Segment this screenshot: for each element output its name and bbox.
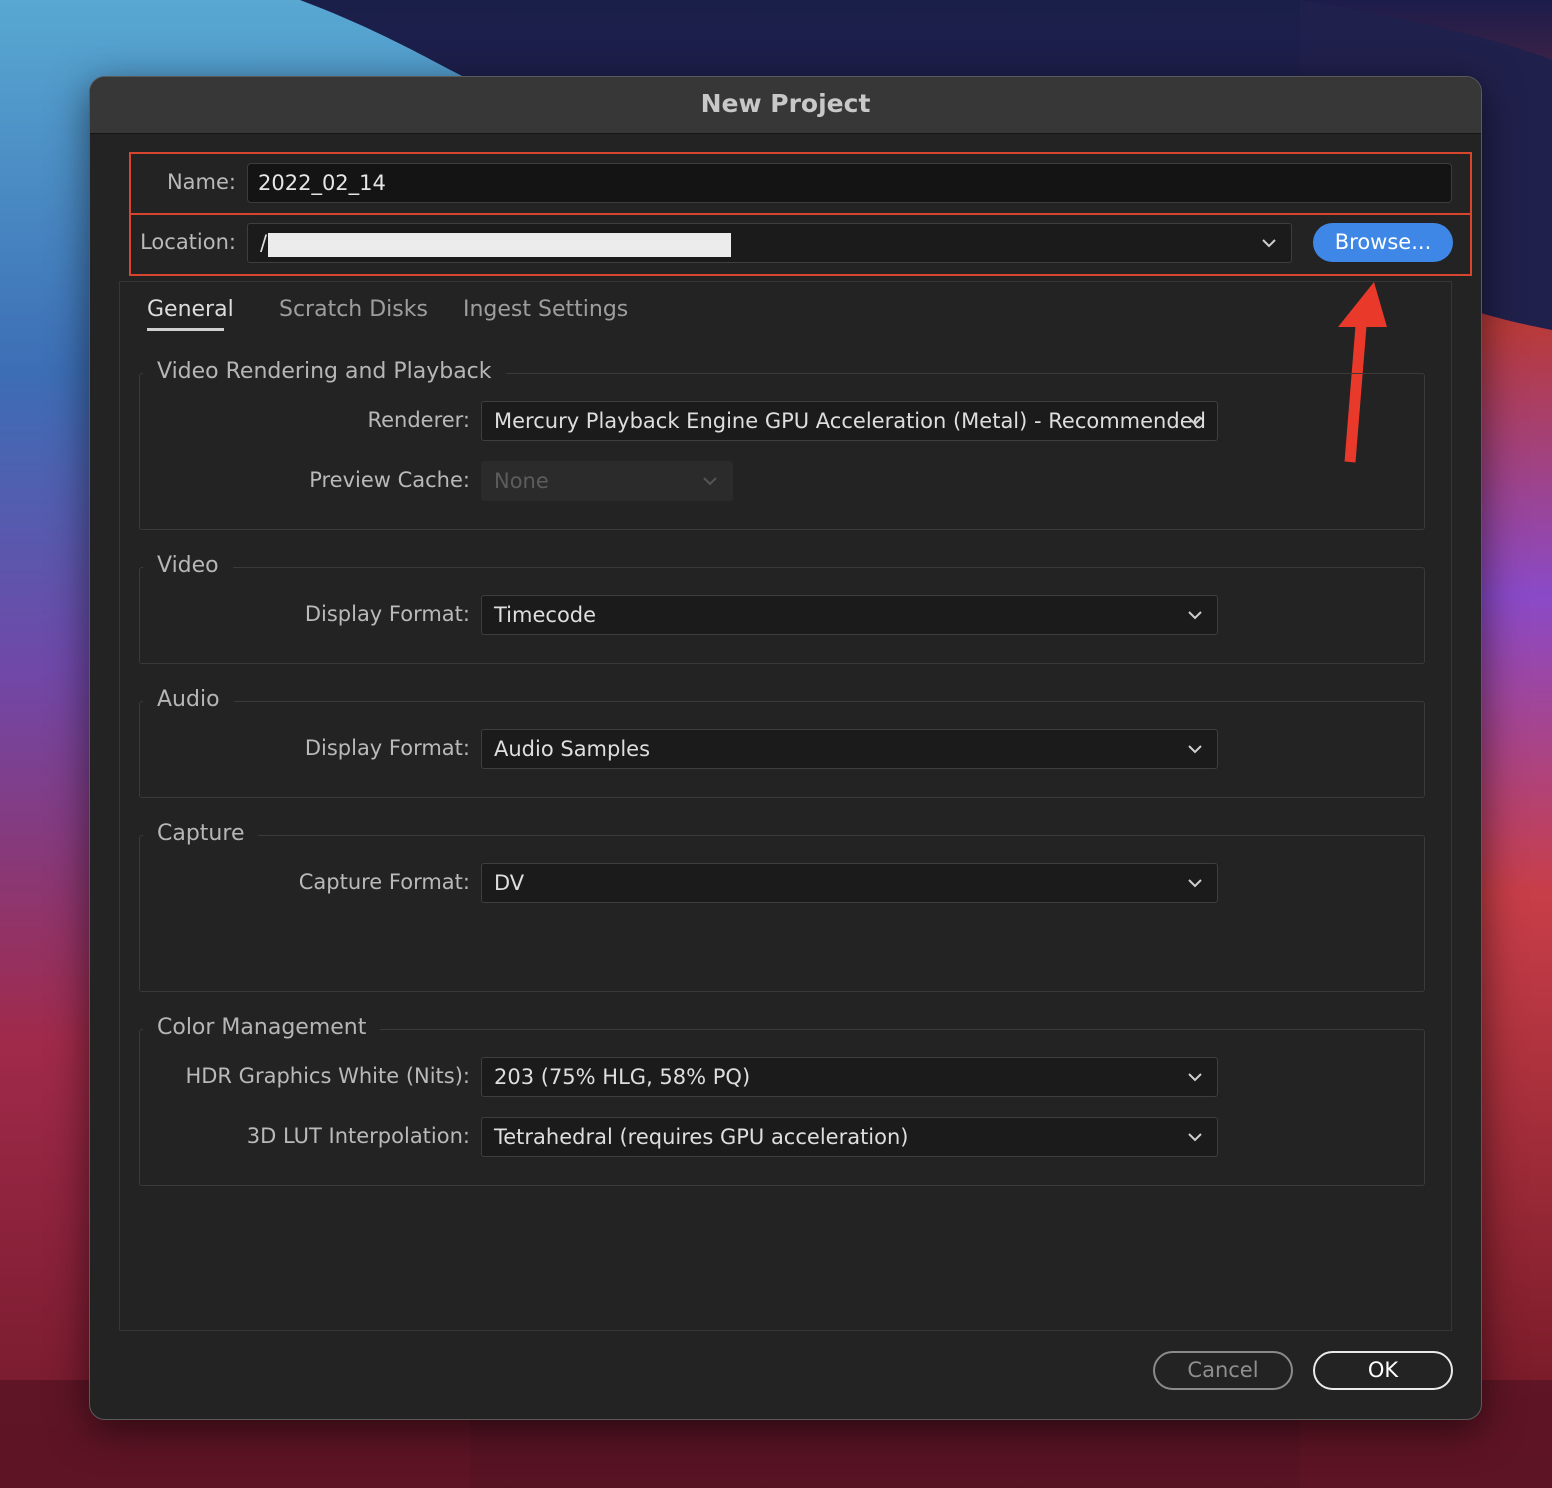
ok-button[interactable]: OK (1313, 1351, 1453, 1390)
browse-button[interactable]: Browse... (1313, 223, 1453, 262)
hdr-graphics-white-dropdown[interactable]: 203 (75% HLG, 58% PQ) (481, 1057, 1218, 1097)
lut-interpolation-dropdown[interactable]: Tetrahedral (requires GPU acceleration) (481, 1117, 1218, 1157)
location-label: Location: (140, 230, 236, 254)
chevron-down-icon (1188, 417, 1202, 426)
capture-title: Capture (143, 821, 259, 846)
color-management-title: Color Management (143, 1015, 381, 1040)
active-tab-indicator (147, 328, 224, 331)
video-rendering-title: Video Rendering and Playback (143, 359, 506, 384)
preview-cache-value: None (494, 469, 549, 493)
video-display-format-value: Timecode (494, 603, 597, 627)
color-management-group (139, 1029, 1425, 1186)
renderer-value: Mercury Playback Engine GPU Acceleration… (494, 409, 1206, 433)
tab-ingest-settings[interactable]: Ingest Settings (463, 297, 628, 322)
location-dropdown[interactable]: / (247, 223, 1292, 263)
audio-display-format-dropdown[interactable]: Audio Samples (481, 729, 1218, 769)
lut-interpolation-value: Tetrahedral (requires GPU acceleration) (494, 1125, 909, 1149)
audio-display-format-label: Display Format: (304, 736, 470, 760)
chevron-down-icon (1188, 879, 1202, 888)
renderer-dropdown[interactable]: Mercury Playback Engine GPU Acceleration… (481, 401, 1218, 441)
video-rendering-group (139, 373, 1425, 530)
tab-general[interactable]: General (147, 297, 234, 322)
chevron-down-icon (1188, 1073, 1202, 1082)
audio-title: Audio (143, 687, 234, 712)
title-bar: New Project (90, 77, 1481, 134)
renderer-label: Renderer: (367, 408, 470, 432)
name-label: Name: (166, 170, 236, 194)
location-value: / (260, 231, 268, 255)
lut-interpolation-label: 3D LUT Interpolation: (246, 1124, 470, 1148)
dialog-title: New Project (700, 89, 871, 118)
video-title: Video (143, 553, 233, 578)
preview-cache-dropdown: None (481, 461, 733, 501)
redacted-path (268, 233, 731, 257)
chevron-down-icon (1262, 239, 1276, 248)
hdr-graphics-white-value: 203 (75% HLG, 58% PQ) (494, 1065, 751, 1089)
audio-display-format-value: Audio Samples (494, 737, 651, 761)
capture-format-value: DV (494, 871, 525, 895)
cancel-button[interactable]: Cancel (1153, 1351, 1293, 1390)
capture-format-label: Capture Format: (298, 870, 470, 894)
chevron-down-icon (1188, 611, 1202, 620)
chevron-down-icon (1188, 745, 1202, 754)
new-project-dialog: New Project Name: 2022_02_14 Location: /… (89, 76, 1482, 1420)
capture-group (139, 835, 1425, 992)
video-display-format-dropdown[interactable]: Timecode (481, 595, 1218, 635)
chevron-down-icon (1188, 1133, 1202, 1142)
chevron-down-icon (703, 477, 717, 486)
hdr-graphics-white-label: HDR Graphics White (Nits): (185, 1064, 470, 1088)
video-display-format-label: Display Format: (304, 602, 470, 626)
name-field[interactable]: 2022_02_14 (247, 163, 1452, 203)
tab-scratch-disks[interactable]: Scratch Disks (279, 297, 428, 322)
capture-format-dropdown[interactable]: DV (481, 863, 1218, 903)
preview-cache-label: Preview Cache: (309, 468, 470, 492)
